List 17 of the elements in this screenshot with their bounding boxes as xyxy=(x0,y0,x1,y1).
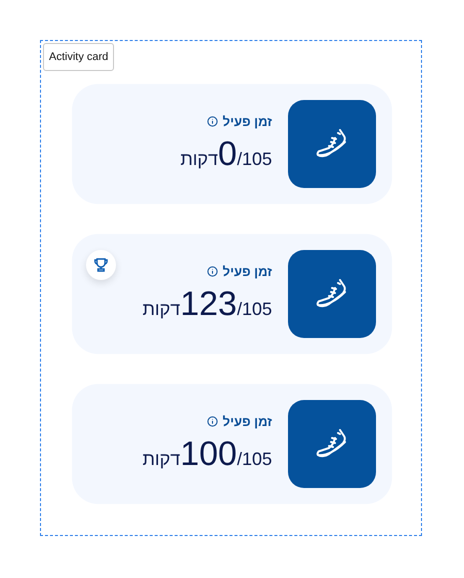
metric-value: 0 xyxy=(218,135,237,174)
metric-title: זמן פעיל xyxy=(222,264,272,279)
unit-label: דקות xyxy=(142,299,180,320)
trophy-icon xyxy=(93,257,109,273)
goal-value: /105 xyxy=(236,299,272,320)
metric-value: 100 xyxy=(180,435,237,474)
metric-title: זמן פעיל xyxy=(222,114,272,129)
unit-label: דקות xyxy=(142,449,180,470)
card-label: Activity card xyxy=(43,43,114,71)
goal-value: /105 xyxy=(236,449,272,470)
metric-title: זמן פעיל xyxy=(222,414,272,429)
info-icon[interactable] xyxy=(206,416,218,427)
metric-value: 123 xyxy=(180,285,237,324)
goal-value: /105 xyxy=(236,149,272,170)
unit-label: דקות xyxy=(180,149,218,170)
info-icon[interactable] xyxy=(206,116,218,127)
info-icon[interactable] xyxy=(206,266,218,277)
